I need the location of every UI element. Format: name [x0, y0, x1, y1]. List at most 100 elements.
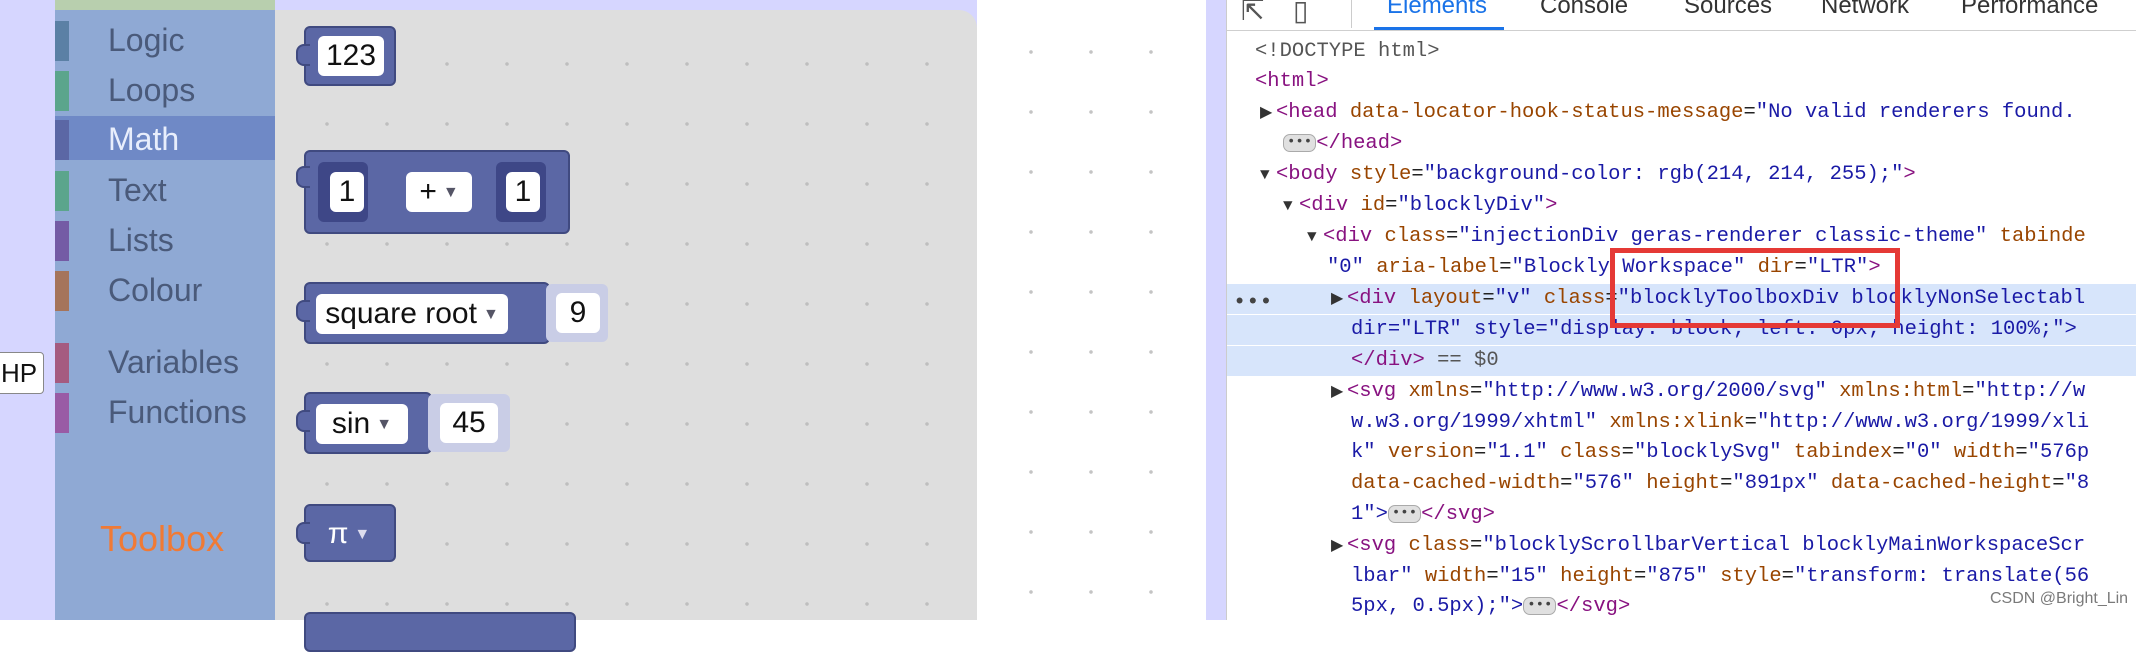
- toolbox-category-logic[interactable]: Logic: [55, 17, 275, 63]
- toolbox-category-loops[interactable]: Loops: [55, 67, 275, 113]
- tag-text: <body: [1276, 163, 1350, 186]
- tag-text: <div: [1347, 287, 1409, 310]
- highlight-annotation-box: [1610, 248, 1900, 328]
- math-single-block[interactable]: square root ▼: [296, 282, 550, 344]
- right-operand-field[interactable]: 1: [506, 172, 540, 212]
- single-value-field[interactable]: 9: [556, 293, 600, 333]
- html-tag: <html>: [1255, 70, 1329, 93]
- attr-name: layout: [1408, 287, 1483, 310]
- number-field[interactable]: 123: [318, 36, 384, 76]
- collapse-triangle-icon[interactable]: ▼: [1283, 191, 1299, 221]
- dom-line-selected[interactable]: </div> == $0: [1227, 346, 2136, 376]
- dom-line[interactable]: ••• </head>: [1227, 129, 2136, 159]
- trig-value-field[interactable]: 45: [440, 403, 498, 443]
- attr-name: xmlns: [1408, 380, 1471, 403]
- toolbox-category-colour[interactable]: Colour: [55, 267, 275, 313]
- block-output-tab: [296, 300, 310, 322]
- constant-dropdown[interactable]: π ▼: [316, 514, 382, 554]
- tag-text: <head: [1276, 101, 1350, 124]
- collapse-triangle-icon[interactable]: ▼: [1307, 222, 1323, 252]
- attr-value: "576p: [2027, 441, 2090, 464]
- single-op-dropdown[interactable]: square root ▼: [316, 294, 508, 334]
- blockly-workspace[interactable]: [977, 0, 1206, 620]
- device-toolbar-icon[interactable]: ▯: [1293, 0, 1308, 27]
- trig-op-dropdown[interactable]: sin ▼: [316, 404, 408, 444]
- tab-console[interactable]: Console: [1540, 0, 1628, 20]
- toolbox-caption: Toolbox: [100, 518, 225, 559]
- dom-line[interactable]: 1"> ••• </svg>: [1227, 500, 2136, 530]
- toolbox-category-functions[interactable]: Functions: [55, 389, 275, 435]
- attr-value: "875": [1646, 565, 1708, 588]
- dom-line[interactable]: ▶ <svg xmlns="http://www.w3.org/2000/svg"…: [1227, 377, 2136, 407]
- attr-name: height: [1547, 565, 1634, 588]
- attr-name: tabinde: [1987, 225, 2086, 248]
- attr-value: "http://w: [1974, 380, 2086, 403]
- category-swatch: [55, 271, 69, 311]
- math-block-partial[interactable]: [304, 612, 576, 652]
- math-constant-block[interactable]: π ▼: [296, 504, 396, 562]
- toolbox-category-variables[interactable]: Variables: [55, 339, 275, 385]
- dom-line[interactable]: ▶ <head data-locator-hook-status-message=…: [1227, 98, 2136, 128]
- attr-name: style: [1349, 163, 1412, 186]
- inspect-element-icon[interactable]: ⇱: [1241, 0, 1264, 27]
- tab-performance[interactable]: Performance: [1961, 0, 2098, 20]
- attr-value: "background-color: rgb(214, 214, 255);": [1423, 163, 1904, 186]
- attr-name: style: [1707, 565, 1782, 588]
- expand-triangle-icon[interactable]: ▶: [1331, 531, 1347, 561]
- attr-name: class: [1531, 287, 1606, 310]
- more-options-icon[interactable]: •••: [1233, 290, 1273, 315]
- expand-triangle-icon[interactable]: ▶: [1331, 377, 1347, 407]
- attr-name: data-locator-hook-status-message: [1349, 101, 1744, 124]
- tag-text: <div: [1323, 225, 1385, 248]
- tag-text: </svg>: [1556, 595, 1631, 618]
- tab-network[interactable]: Network: [1821, 0, 1909, 20]
- tag-text: <svg: [1347, 534, 1409, 557]
- category-label: Loops: [108, 72, 196, 108]
- category-swatch: [55, 393, 69, 433]
- attr-value: "891px": [1732, 472, 1819, 495]
- attr-value: "576": [1572, 472, 1634, 495]
- dom-line[interactable]: data-cached-width="576" height="891px" d…: [1227, 469, 2136, 499]
- dom-line[interactable]: k" version="1.1" class="blocklySvg" tabi…: [1227, 438, 2136, 468]
- attr-value: 1">: [1351, 503, 1388, 526]
- attr-name: width: [1412, 565, 1487, 588]
- toolbox-category-text[interactable]: Text: [55, 167, 275, 213]
- collapse-triangle-icon[interactable]: ▼: [1260, 160, 1276, 190]
- ellipsis-icon[interactable]: •••: [1387, 504, 1422, 523]
- dom-line[interactable]: <!DOCTYPE html>: [1227, 37, 2136, 67]
- block-output-tab: [296, 44, 310, 66]
- ellipsis-icon[interactable]: •••: [1283, 133, 1317, 152]
- attr-name: class: [1384, 225, 1447, 248]
- ellipsis-icon[interactable]: •••: [1523, 596, 1557, 615]
- category-swatch: [55, 120, 69, 160]
- left-operand-field[interactable]: 1: [330, 172, 364, 212]
- dom-line[interactable]: ▼ <body style="background-color: rgb(214,…: [1227, 160, 2136, 190]
- dom-line[interactable]: lbar" width="15" height="875" style="tra…: [1227, 562, 2136, 592]
- category-label: Text: [108, 172, 167, 208]
- hp-button[interactable]: HP: [0, 352, 44, 394]
- category-label: Functions: [108, 394, 247, 430]
- dom-line[interactable]: ▼ <div id="blocklyDiv">: [1227, 191, 2136, 221]
- attr-value: "blocklyDiv": [1397, 194, 1546, 217]
- devtools-tab-bar: ⇱ ▯ Elements Console Sources Network Per…: [1227, 0, 2136, 31]
- math-number-block[interactable]: 123: [296, 26, 396, 86]
- category-label: Variables: [108, 344, 240, 380]
- dom-line[interactable]: w.w3.org/1999/xhtml" xmlns:xlink="http:/…: [1227, 408, 2136, 438]
- tab-elements[interactable]: Elements: [1387, 0, 1487, 20]
- category-swatch: [55, 71, 69, 111]
- attr-name: height: [1633, 472, 1721, 495]
- chevron-down-icon: ▼: [354, 526, 371, 544]
- expand-triangle-icon[interactable]: ▶: [1260, 98, 1276, 128]
- dom-line[interactable]: <html>: [1227, 67, 2136, 97]
- toolbox-category-lists[interactable]: Lists: [55, 217, 275, 263]
- math-trig-block[interactable]: sin ▼: [296, 392, 432, 454]
- math-arithmetic-block[interactable]: 1 + ▼ 1: [296, 150, 570, 234]
- attr-value: "injectionDiv geras-renderer classic-the…: [1458, 225, 1988, 248]
- operator-dropdown[interactable]: + ▼: [406, 172, 472, 212]
- tag-text: <div: [1299, 194, 1361, 217]
- expand-triangle-icon[interactable]: ▶: [1331, 284, 1347, 314]
- dom-line[interactable]: ▶ <svg class="blocklyScrollbarVertical bl…: [1227, 531, 2136, 561]
- toolbox-category-math[interactable]: Math: [55, 116, 275, 160]
- attr-name: class: [1547, 441, 1622, 464]
- tab-sources[interactable]: Sources: [1684, 0, 1772, 20]
